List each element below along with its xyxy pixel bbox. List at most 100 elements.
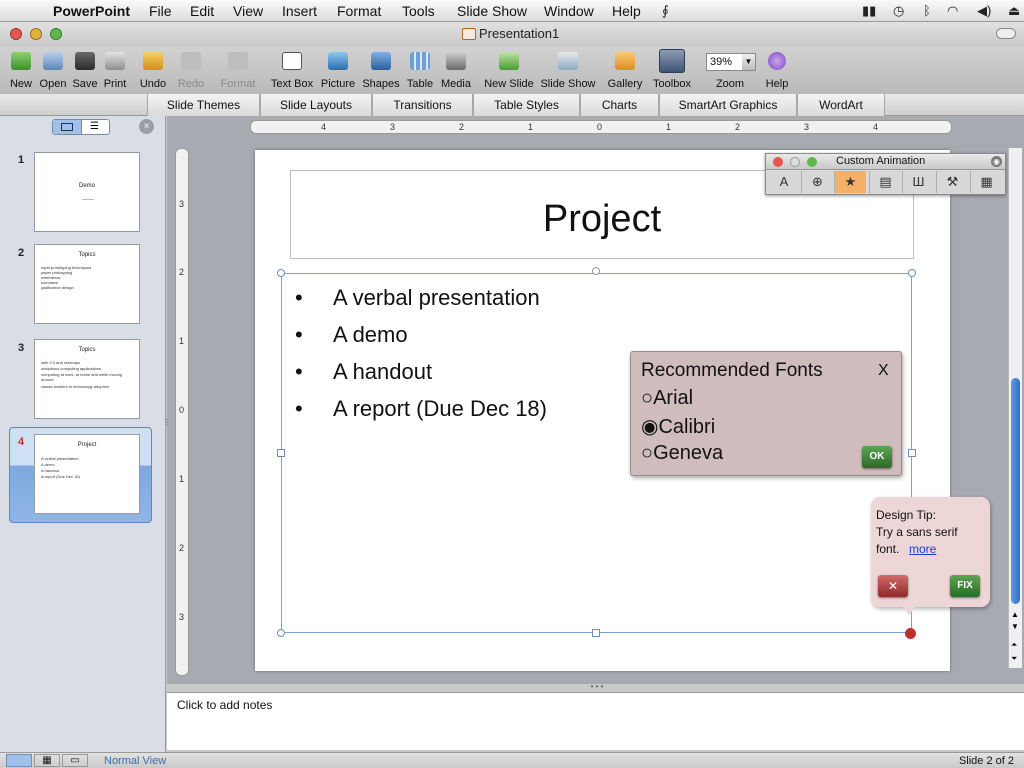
resize-handle-bottom-left[interactable] xyxy=(277,629,285,637)
scrollbar-thumb[interactable] xyxy=(1011,378,1020,604)
new-slide-button[interactable]: New Slide xyxy=(482,46,536,94)
slide-thumbnail-1[interactable]: Demo xyxy=(34,152,140,232)
battery-meter-icon[interactable]: ▮▮ xyxy=(862,3,876,19)
document-proxy-icon[interactable] xyxy=(462,28,476,40)
open-button[interactable]: Open xyxy=(37,46,69,94)
font-panel-close-button[interactable]: X xyxy=(878,362,889,380)
slide-sorter-view-icon[interactable]: ▦ xyxy=(34,754,60,767)
bullet-marker: • xyxy=(295,396,303,421)
eject-icon[interactable]: ⏏ xyxy=(1008,3,1020,19)
design-tip-fix-button[interactable]: FIX xyxy=(950,575,980,597)
new-button[interactable]: New xyxy=(6,46,36,94)
minimize-window-button[interactable] xyxy=(30,28,42,40)
normal-view-button[interactable] xyxy=(6,754,32,767)
horizontal-ruler[interactable]: 4 3 2 1 0 1 2 3 4 xyxy=(250,120,952,134)
scrapbook-icon[interactable]: ▤ xyxy=(869,171,901,193)
outline-view-tab[interactable]: ☰ xyxy=(82,120,110,134)
resize-handle-top-left[interactable] xyxy=(277,269,285,277)
resize-handle-right[interactable] xyxy=(908,449,916,457)
picture-icon xyxy=(328,52,348,70)
scroll-up-arrow-icon[interactable]: ▲ xyxy=(1011,610,1019,619)
ruler-label: 3 xyxy=(390,122,396,132)
menu-view[interactable]: View xyxy=(233,3,263,19)
menu-format[interactable]: Format xyxy=(337,3,381,19)
tab-slide-themes[interactable]: Slide Themes xyxy=(147,94,260,116)
menu-file[interactable]: File xyxy=(149,3,172,19)
volume-icon[interactable]: ◀) xyxy=(977,3,991,19)
vertical-ruler[interactable]: 3 2 1 0 1 2 3 xyxy=(175,148,189,676)
tab-transitions[interactable]: Transitions xyxy=(372,94,473,116)
menu-insert[interactable]: Insert xyxy=(282,3,317,19)
menu-tools[interactable]: Tools xyxy=(402,3,435,19)
save-button[interactable]: Save xyxy=(70,46,100,94)
close-pane-icon[interactable]: × xyxy=(139,119,154,134)
close-window-button[interactable] xyxy=(10,28,22,40)
rotate-handle-top[interactable] xyxy=(592,267,600,275)
project-palette-icon[interactable]: ▦ xyxy=(970,171,1002,193)
design-tip-more-link[interactable]: more xyxy=(909,542,936,556)
slides-view-tab[interactable] xyxy=(53,120,82,134)
notes-splitter-handle[interactable]: • • • xyxy=(582,683,612,692)
zoom-window-button[interactable] xyxy=(50,28,62,40)
menu-help[interactable]: Help xyxy=(612,3,641,19)
resize-handle-top-right[interactable] xyxy=(908,269,916,277)
wifi-icon[interactable]: ◠ xyxy=(947,3,958,19)
table-button[interactable]: Table xyxy=(404,46,436,94)
tab-smartart-graphics[interactable]: SmartArt Graphics xyxy=(659,94,797,116)
palette-settings-icon[interactable]: ◉ xyxy=(991,156,1002,167)
menu-window[interactable]: Window xyxy=(544,3,594,19)
resize-handle-bottom[interactable] xyxy=(592,629,600,637)
app-menu[interactable]: PowerPoint xyxy=(53,3,130,19)
font-option-geneva[interactable]: ○Geneva xyxy=(641,442,723,465)
design-tip-marker[interactable] xyxy=(905,628,916,639)
toolbar-toggle-button[interactable] xyxy=(996,28,1016,39)
script-menu-icon[interactable]: ∮ xyxy=(662,3,669,19)
print-button[interactable]: Print xyxy=(100,46,130,94)
format-painter-button[interactable]: Format xyxy=(218,46,258,94)
design-tip-dismiss-button[interactable]: ✕ xyxy=(878,575,908,597)
zoom-dropdown-arrow-icon[interactable]: ▼ xyxy=(742,54,755,70)
bluetooth-icon[interactable]: ᛒ xyxy=(923,3,931,18)
menu-edit[interactable]: Edit xyxy=(190,3,214,19)
object-palette-icon[interactable]: ⊕ xyxy=(801,171,833,193)
slide-show-view-icon[interactable]: ▭ xyxy=(62,754,88,767)
tab-wordart[interactable]: WordArt xyxy=(797,94,885,116)
formatting-palette-icon[interactable]: A xyxy=(768,171,800,193)
picture-button[interactable]: Picture xyxy=(318,46,358,94)
tab-charts[interactable]: Charts xyxy=(580,94,659,116)
reference-tools-icon[interactable]: Ш xyxy=(902,171,934,193)
media-button[interactable]: Media xyxy=(438,46,474,94)
scroll-down-arrow-icon[interactable]: ▼ xyxy=(1011,622,1019,631)
slide-thumbnail-3[interactable]: Topics web 2.0 and mashups ubiquitous co… xyxy=(34,339,140,419)
zoom-control[interactable]: 39% ▼ Zoom xyxy=(704,46,756,94)
text-box-button[interactable]: Text Box xyxy=(267,46,317,94)
slide-thumbnail-4[interactable]: Project A verbal presentation A demo A h… xyxy=(34,434,140,514)
slide-show-button[interactable]: Slide Show xyxy=(538,46,598,94)
time-machine-icon[interactable]: ◷ xyxy=(893,3,904,19)
slide-thumbnail-2[interactable]: Topics rapid prototyping techniques pape… xyxy=(34,244,140,324)
tab-table-styles[interactable]: Table Styles xyxy=(473,94,580,116)
font-ok-button[interactable]: OK xyxy=(862,446,892,468)
help-button[interactable]: Help xyxy=(762,46,792,94)
next-slide-icon[interactable]: ⏷ xyxy=(1011,654,1017,664)
undo-button[interactable]: Undo xyxy=(136,46,170,94)
menu-slide-show[interactable]: Slide Show xyxy=(457,3,527,19)
palette-close-button[interactable] xyxy=(773,157,783,167)
notes-pane[interactable]: Click to add notes xyxy=(167,692,1024,750)
resize-handle-left[interactable] xyxy=(277,449,285,457)
redo-button[interactable]: Redo xyxy=(174,46,208,94)
vertical-scrollbar[interactable]: ▲ ▼ ⏶ ⏷ xyxy=(1008,148,1022,668)
toolbox-button[interactable]: Toolbox xyxy=(648,46,696,94)
palette-zoom-button[interactable] xyxy=(807,157,817,167)
ruler-label: 1 xyxy=(179,336,185,346)
palette-minimize-button[interactable] xyxy=(790,157,800,167)
pane-splitter-handle[interactable]: ⋮ xyxy=(163,419,171,450)
compatibility-report-icon[interactable]: ⚒ xyxy=(936,171,968,193)
previous-slide-icon[interactable]: ⏶ xyxy=(1011,640,1017,650)
custom-animation-icon[interactable]: ★ xyxy=(834,171,866,193)
gallery-button[interactable]: Gallery xyxy=(604,46,646,94)
shapes-button[interactable]: Shapes xyxy=(360,46,402,94)
font-option-calibri[interactable]: ◉Calibri xyxy=(641,414,715,439)
tab-slide-layouts[interactable]: Slide Layouts xyxy=(260,94,372,116)
font-option-arial[interactable]: ○Arial xyxy=(641,387,693,410)
